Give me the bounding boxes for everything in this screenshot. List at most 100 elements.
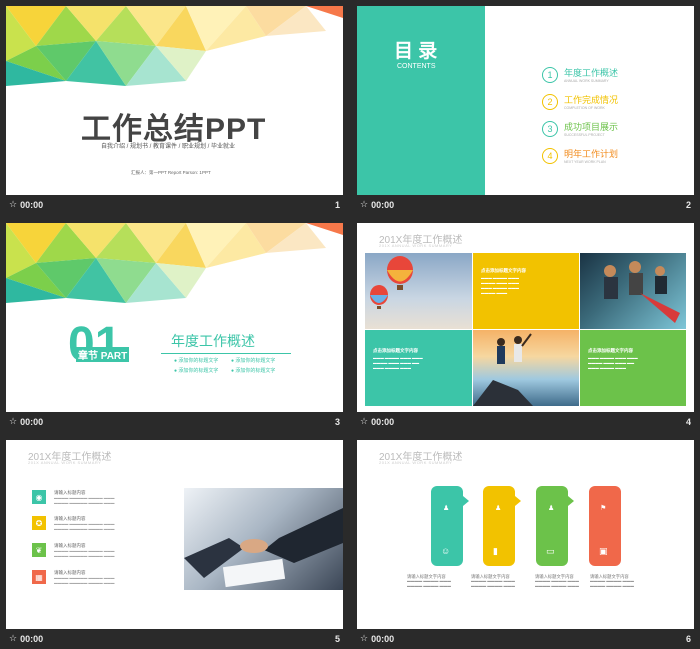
transition-icon: ☆ [9, 633, 18, 643]
toc-title: 明年工作计划 [564, 149, 619, 159]
toc-item-4[interactable]: 4 明年工作计划 NEXT YEAR WORK PLAN [542, 147, 618, 164]
gift-icon: ▣ [599, 546, 608, 556]
slide-bar-6: ☆ 00:00 6 [357, 629, 694, 648]
slide-thumb-5[interactable]: 201X年度工作概述 201X ANNUAL WORK SUMMARY ◉ 请输… [6, 440, 343, 648]
step-caption-4: 请输入标题文字内容 ▬▬▬▬ ▬▬▬▬ ▬▬▬ ▬▬▬▬ ▬▬▬▬ ▬▬▬ [590, 574, 652, 589]
toc-item-1[interactable]: 1 年度工作概述 ANNUAL WORK SUMMARY [542, 66, 618, 83]
bullet-2: ● 添加你的标题文字 [231, 358, 276, 364]
slide-time: 00:00 [20, 199, 44, 210]
screen-icon: ▭ [546, 546, 555, 556]
bullet-4: ● 添加你的标题文字 [231, 368, 276, 374]
transition-icon: ☆ [360, 416, 369, 426]
bullet-text: 添加你的标题文字 [235, 368, 276, 374]
slide-subtitle: 201X ANNUAL WORK SUMMARY [379, 243, 453, 248]
chapter-label: 章节 PART [76, 347, 130, 362]
transition-icon: ☆ [9, 416, 18, 426]
chapter-divider [161, 353, 291, 354]
slide-number: 2 [685, 199, 691, 210]
step-2: ♟ ▮ [483, 486, 521, 566]
contents-heading: 目 录 [394, 41, 438, 62]
step-4: ⚑ ▣ [589, 486, 621, 566]
contents-panel [357, 6, 485, 195]
slide-bar-5: ☆ 00:00 5 [6, 629, 343, 648]
toc-sub: ANNUAL WORK SUMMARY [564, 79, 609, 83]
poly-banner [6, 223, 343, 303]
slide-number: 1 [334, 199, 340, 210]
slide-6: 201X年度工作概述 201X ANNUAL WORK SUMMARY ♟ ☺ … [357, 440, 694, 629]
toc-number: 2 [542, 93, 558, 110]
slide-thumb-2[interactable]: 目 录 CONTENTS 1 年度工作概述 ANNUAL WORK SUMMAR… [357, 6, 694, 214]
green-box: 点击添加标题文字内容 ▬▬▬ ▬▬▬▬ ▬▬▬ ▬▬▬ ▬▬▬▬ ▬▬▬ ▬▬▬ … [580, 330, 686, 406]
toc-title: 成功项目展示 [564, 122, 619, 132]
step-1: ♟ ☺ [431, 486, 469, 566]
slide-5: 201X年度工作概述 201X ANNUAL WORK SUMMARY ◉ 请输… [6, 440, 343, 629]
chart-icon: ▮ [493, 546, 498, 556]
flag-icon: ⚑ [600, 505, 607, 512]
slide-time: 00:00 [371, 633, 395, 644]
person-icon: ♟ [443, 505, 450, 512]
hikers-icon [473, 333, 533, 406]
toc-title: 工作完成情况 [564, 95, 619, 105]
badge-icon: ✪ [32, 516, 46, 530]
bullet-text: 添加你的标题文字 [178, 358, 219, 364]
person-icon: ♟ [548, 505, 555, 512]
box-body: ▬▬▬ ▬▬▬▬ ▬▬▬ ▬▬▬ ▬▬▬▬ ▬▬▬ ▬▬▬ ▬▬ ▬▬▬ ▬▬▬▬ … [373, 356, 423, 370]
transition-icon: ☆ [9, 199, 18, 209]
slide-number: 5 [334, 633, 340, 644]
slide-bar-4: ☆ 00:00 4 [357, 412, 694, 431]
caption-title: 请输入标题文字内容 [535, 574, 574, 579]
balloon-photo [365, 253, 472, 329]
slide-thumb-4[interactable]: 201X年度工作概述 201X ANNUAL WORK SUMMARY 点击添加… [357, 223, 694, 431]
chapter-title: 年度工作概述 [171, 333, 255, 349]
bullet-1: ● 添加你的标题文字 [174, 358, 219, 364]
people-icon: ☺ [441, 546, 451, 556]
slide-bar-2: ☆ 00:00 2 [357, 195, 694, 214]
step-3: ♟ ▭ [536, 486, 574, 566]
toc-sub: SUCCESSFUL PROJECT [564, 133, 605, 137]
step-caption-1: 请输入标题文字内容 ▬▬▬▬ ▬▬▬▬ ▬▬▬ ▬▬▬▬ ▬▬▬▬ ▬▬▬ [407, 574, 469, 589]
slide-number: 6 [685, 633, 691, 644]
mountain-photo [473, 330, 579, 406]
slide-2: 目 录 CONTENTS 1 年度工作概述 ANNUAL WORK SUMMAR… [357, 6, 694, 195]
slide-thumb-6[interactable]: 201X年度工作概述 201X ANNUAL WORK SUMMARY ♟ ☺ … [357, 440, 694, 648]
rafting-photo [580, 253, 686, 329]
person-icon: ♟ [495, 505, 502, 512]
list-item: ❦ 请输入标题内容 ▬▬▬▬ ▬▬▬▬▬ ▬▬▬▬ ▬▬▬ ▬▬▬▬ ▬▬▬▬▬ … [32, 543, 115, 559]
toc-number: 4 [542, 147, 558, 164]
toc-sub: COMPLETION OF WORK [564, 106, 605, 110]
grid-icon: ▦ [32, 570, 46, 584]
camera-icon: ◉ [32, 490, 46, 504]
bullet-text: 添加你的标题文字 [235, 358, 276, 364]
transition-icon: ☆ [360, 633, 369, 643]
step-caption-2: 请输入标题文字内容 ▬▬▬▬ ▬▬▬▬ ▬▬▬ ▬▬▬▬ ▬▬▬▬ ▬▬▬ [471, 574, 533, 589]
handshake-photo [184, 488, 343, 590]
slide-number: 3 [334, 416, 340, 427]
box-title: 点击添加标题文字内容 [373, 348, 418, 353]
box-body: ▬▬▬ ▬▬▬▬ ▬▬▬ ▬▬▬▬ ▬▬▬ ▬▬▬ ▬▬▬ ▬▬▬▬ ▬▬▬ ▬▬▬▬… [481, 276, 519, 295]
leaf-icon: ❦ [32, 543, 46, 557]
balloon-icon [370, 256, 413, 309]
list-item: ◉ 请输入标题内容 ▬▬▬▬ ▬▬▬▬▬ ▬▬▬▬ ▬▬▬ ▬▬▬▬ ▬▬▬▬▬ … [32, 490, 115, 506]
bullet-3: ● 添加你的标题文字 [174, 368, 219, 374]
slide1-reporter: 汇报人：第一PPT Report Parson: 1PPT [131, 170, 211, 175]
list-item: ▦ 请输入标题内容 ▬▬▬▬ ▬▬▬▬▬ ▬▬▬▬ ▬▬▬ ▬▬▬▬ ▬▬▬▬▬ … [32, 570, 115, 586]
caption-title: 请输入标题文字内容 [407, 574, 446, 579]
slide-thumb-1[interactable]: 工作总结PPT 自我介绍 / 规划书 / 教育课件 / 职业规划 / 毕业就业 … [6, 6, 343, 214]
toc-item-2[interactable]: 2 工作完成情况 COMPLETION OF WORK [542, 93, 618, 110]
slide-time: 00:00 [371, 199, 395, 210]
slide-subtitle: 201X ANNUAL WORK SUMMARY [28, 460, 102, 465]
yellow-box: 点击添加标题文字内容 ▬▬▬ ▬▬▬▬ ▬▬▬ ▬▬▬▬ ▬▬▬ ▬▬▬ ▬▬▬ ▬… [473, 253, 579, 329]
slide-time: 00:00 [20, 633, 44, 644]
people-icon [604, 261, 680, 323]
slide-4: 201X年度工作概述 201X ANNUAL WORK SUMMARY 点击添加… [357, 223, 694, 412]
slide1-subtitle: 自我介绍 / 规划书 / 教育课件 / 职业规划 / 毕业就业 [101, 144, 236, 150]
box-title: 点击添加标题文字内容 [588, 348, 633, 353]
caption-title: 请输入标题文字内容 [471, 574, 510, 579]
slide-bar-3: ☆ 00:00 3 [6, 412, 343, 431]
step-caption-3: 请输入标题文字内容 ▬▬▬▬ ▬▬▬▬ ▬▬▬ ▬▬▬▬ ▬▬▬▬ ▬▬▬ [535, 574, 597, 589]
item-body: ▬▬▬▬ ▬▬▬▬▬ ▬▬▬▬ ▬▬▬ ▬▬▬▬ ▬▬▬▬▬ ▬▬▬▬ ▬▬▬ [54, 549, 115, 558]
list-item: ✪ 请输入标题内容 ▬▬▬▬ ▬▬▬▬▬ ▬▬▬▬ ▬▬▬ ▬▬▬▬ ▬▬▬▬▬ … [32, 516, 115, 532]
slide-time: 00:00 [371, 416, 395, 427]
toc-item-3[interactable]: 3 成功项目展示 SUCCESSFUL PROJECT [542, 120, 618, 137]
slide-thumb-3[interactable]: 01 章节 PART 年度工作概述 ● 添加你的标题文字 ● 添加你的标题文字 … [6, 223, 343, 431]
